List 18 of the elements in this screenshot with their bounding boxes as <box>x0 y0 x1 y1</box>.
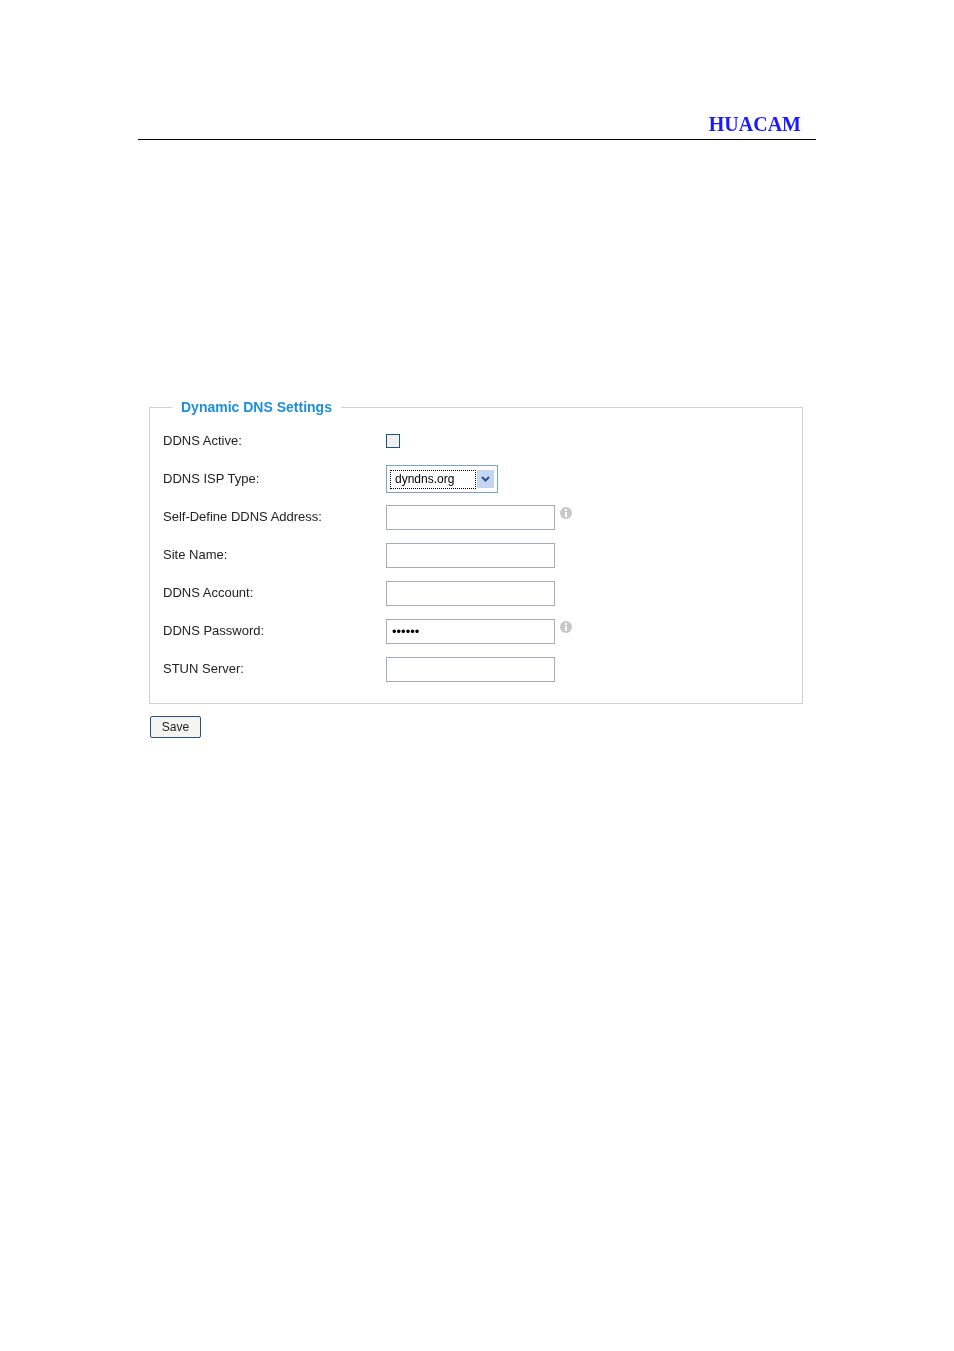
section-title: Dynamic DNS Settings <box>180 398 333 417</box>
field-label: Site Name: <box>163 546 229 565</box>
text-field[interactable] <box>386 504 555 530</box>
save-button[interactable]: Save <box>150 716 201 738</box>
field-label: DDNS Account: <box>163 584 255 603</box>
text-field[interactable]: •••••• <box>386 618 555 644</box>
field-label: STUN Server: <box>163 660 245 679</box>
field-label: Self-Define DDNS Address: <box>163 508 323 527</box>
checkbox[interactable] <box>386 434 400 448</box>
text-field[interactable] <box>386 542 555 568</box>
brand-logo: HUACAM <box>708 112 801 136</box>
text-field[interactable] <box>386 580 555 606</box>
field-label: DDNS ISP Type: <box>163 470 261 489</box>
chevron-down-icon <box>477 470 494 488</box>
text-field[interactable] <box>386 656 555 682</box>
field-label: DDNS Password: <box>163 622 266 641</box>
isp-type-dropdown[interactable]: dyndns.org <box>386 465 498 493</box>
field-label: DDNS Active: <box>163 432 243 451</box>
